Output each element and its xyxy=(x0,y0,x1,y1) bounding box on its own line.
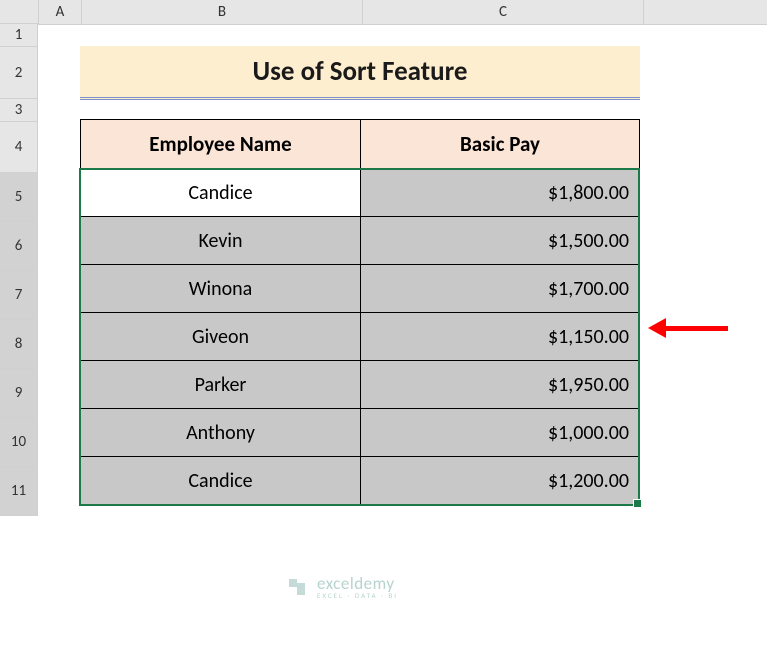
table-row: Giveon $1,150.00 xyxy=(80,313,640,361)
row-header-5[interactable]: 5 xyxy=(0,173,38,222)
cell-b8[interactable]: Giveon xyxy=(80,313,360,361)
cell-b5[interactable]: Candice xyxy=(80,169,360,217)
cell-c11[interactable]: $1,200.00 xyxy=(360,457,640,505)
row-headers: 1 2 3 4 5 6 7 8 9 10 11 xyxy=(0,24,38,516)
table-row: Kevin $1,500.00 xyxy=(80,217,640,265)
title-text: Use of Sort Feature xyxy=(253,55,468,88)
row-header-3[interactable]: 3 xyxy=(0,99,38,122)
arrow-line xyxy=(660,326,728,331)
row-header-8[interactable]: 8 xyxy=(0,320,38,369)
cell-c7[interactable]: $1,700.00 xyxy=(360,265,640,313)
table-row: Winona $1,700.00 xyxy=(80,265,640,313)
table-header-row: Employee Name Basic Pay xyxy=(80,119,640,169)
watermark-text: exceldemy EXCEL · DATA · BI xyxy=(317,575,398,599)
header-basic-pay[interactable]: Basic Pay xyxy=(360,119,640,169)
row-header-1[interactable]: 1 xyxy=(0,24,38,47)
column-header-b[interactable]: B xyxy=(82,0,363,24)
column-header-a[interactable]: A xyxy=(39,0,82,24)
row-header-11[interactable]: 11 xyxy=(0,467,38,516)
cell-c6[interactable]: $1,500.00 xyxy=(360,217,640,265)
cell-b7[interactable]: Winona xyxy=(80,265,360,313)
cell-c10[interactable]: $1,000.00 xyxy=(360,409,640,457)
spreadsheet-grid: A B C 1 2 3 4 5 6 7 8 9 10 11 Use of Sor… xyxy=(0,0,767,645)
cell-b6[interactable]: Kevin xyxy=(80,217,360,265)
column-header-c[interactable]: C xyxy=(363,0,644,24)
title-cell[interactable]: Use of Sort Feature xyxy=(80,46,640,100)
watermark-logo-icon xyxy=(285,575,309,599)
table-row: Candice $1,800.00 xyxy=(80,169,640,217)
cell-b9[interactable]: Parker xyxy=(80,361,360,409)
watermark-name: exceldemy xyxy=(317,575,398,592)
cell-c8[interactable]: $1,150.00 xyxy=(360,313,640,361)
select-all-corner[interactable] xyxy=(0,0,39,24)
cell-c9[interactable]: $1,950.00 xyxy=(360,361,640,409)
watermark-subtitle: EXCEL · DATA · BI xyxy=(317,592,398,599)
row-header-4[interactable]: 4 xyxy=(0,122,38,173)
row-header-10[interactable]: 10 xyxy=(0,418,38,467)
row-header-7[interactable]: 7 xyxy=(0,271,38,320)
table-row: Parker $1,950.00 xyxy=(80,361,640,409)
row-header-9[interactable]: 9 xyxy=(0,369,38,418)
header-employee-name[interactable]: Employee Name xyxy=(80,119,360,169)
cell-b10[interactable]: Anthony xyxy=(80,409,360,457)
data-table: Employee Name Basic Pay Candice $1,800.0… xyxy=(80,119,640,505)
table-row: Candice $1,200.00 xyxy=(80,457,640,505)
cell-b11[interactable]: Candice xyxy=(80,457,360,505)
column-headers: A B C xyxy=(0,0,767,25)
row-header-6[interactable]: 6 xyxy=(0,222,38,271)
row-header-2[interactable]: 2 xyxy=(0,47,38,99)
cell-c5[interactable]: $1,800.00 xyxy=(360,169,640,217)
table-row: Anthony $1,000.00 xyxy=(80,409,640,457)
watermark: exceldemy EXCEL · DATA · BI xyxy=(285,575,398,599)
